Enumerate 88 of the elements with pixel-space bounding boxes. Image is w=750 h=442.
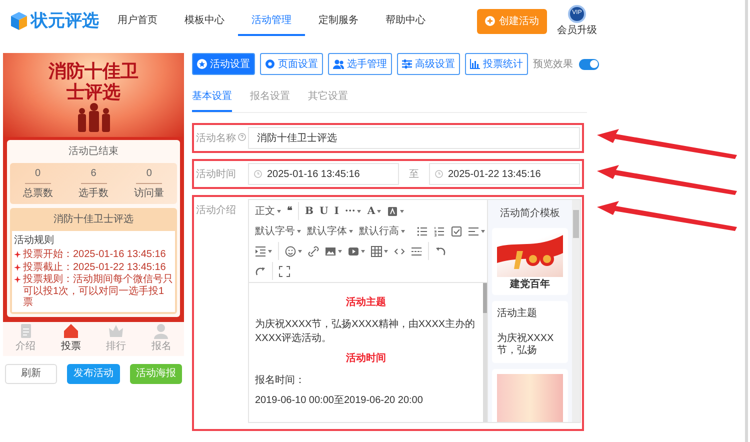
pattern-thumbnail	[497, 374, 563, 422]
bar-chart-icon	[470, 59, 480, 69]
plus-circle-icon	[485, 16, 495, 26]
code-icon	[394, 246, 405, 256]
stat-value: 6	[80, 166, 106, 184]
users-icon	[333, 59, 344, 69]
image-icon	[325, 246, 336, 256]
content-paragraph: 为庆祝XXXX节，弘扬XXXX精神，由XXXX主办的XXXX评选活动。	[255, 318, 476, 345]
toolbar-dropdown[interactable]: ···	[342, 202, 364, 220]
nav-tab[interactable]: 定制服务	[305, 6, 372, 36]
indent-icon	[255, 246, 266, 256]
checkbox-icon	[451, 226, 462, 236]
upgrade-label[interactable]: 会员升级	[557, 22, 597, 38]
content-paragraph: 2019-06-10 00:00至2019-06-20 20:00	[255, 394, 424, 407]
nav-tab[interactable]: 帮助中心	[372, 6, 439, 36]
template-card[interactable]: 建党百年	[492, 228, 568, 295]
sliders-icon	[402, 59, 412, 69]
stat-label: 总票数	[22, 186, 54, 201]
field-label: 活动名称	[196, 132, 236, 146]
toolbar-button[interactable]: I	[331, 202, 342, 220]
name-input[interactable]: 消防十佳卫士评选	[248, 127, 580, 149]
stat-label: 选手数	[78, 186, 110, 201]
clock-icon	[435, 170, 443, 178]
undo-icon	[435, 246, 446, 256]
toolbar-button[interactable]: ❝	[284, 202, 295, 220]
settings-tab[interactable]: 基本设置	[192, 86, 232, 112]
emoji-icon	[285, 246, 296, 256]
rules-title: 活动规则	[14, 234, 55, 248]
content-heading: 活动主题	[345, 295, 387, 310]
toolbar-dropdown[interactable]: 默认字号	[252, 222, 304, 240]
scrollbar[interactable]	[572, 200, 580, 422]
crown-icon	[108, 323, 124, 339]
rule-text: 投票规则：活动期间每个微信号只可以投1次，可以对同一选手投1票	[23, 274, 173, 308]
page-scrollbar[interactable]	[745, 0, 748, 442]
logo-text: 状元评选	[31, 10, 99, 32]
preview-toggle[interactable]	[579, 58, 599, 70]
bottom-nav-tab[interactable]: 投票	[48, 322, 94, 356]
toolbar-button[interactable]: B	[302, 202, 316, 220]
fullscreen-icon	[279, 266, 290, 276]
toolbar-tab[interactable]: 活动设置	[192, 53, 255, 75]
table-icon	[371, 246, 382, 256]
template-card[interactable]: 活动主题 为庆祝XXXX节，弘扬	[492, 301, 568, 363]
clock-icon	[254, 170, 262, 178]
date-input[interactable]: 2025-01-22 13:45:16	[429, 163, 580, 185]
highlight-icon	[387, 206, 398, 216]
nav-tab[interactable]: 用户首页	[104, 6, 171, 36]
help-icon	[238, 133, 246, 141]
stat-value: 0	[24, 166, 51, 184]
rule-text: 投票开始：2025-01-16 13:45:16	[23, 249, 166, 260]
toolbar-dropdown[interactable]: 正文	[252, 202, 284, 220]
toolbar-dropdown[interactable]: A	[364, 202, 384, 220]
nav-tab[interactable]: 活动管理	[238, 6, 305, 36]
toolbar-tab[interactable]: 投票统计	[465, 53, 528, 75]
nav-tab[interactable]: 模板中心	[171, 6, 238, 36]
content-paragraph: 报名时间：	[255, 374, 306, 388]
link-icon	[308, 246, 319, 256]
toolbar-dropdown[interactable]: 默认字体	[304, 222, 356, 240]
person-icon	[153, 323, 170, 339]
template-text: 为庆祝XXXX节，弘扬	[497, 333, 555, 357]
video-icon	[348, 246, 359, 256]
template-caption: 建党百年	[508, 279, 551, 290]
align-icon	[468, 226, 479, 236]
bullet-list-icon	[417, 226, 428, 236]
rule-text: 投票截止：2025-01-22 13:45:16	[23, 262, 166, 273]
range-separator: 至	[408, 168, 420, 182]
date-input[interactable]: 2025-01-16 13:45:16	[248, 163, 399, 185]
refresh-button[interactable]: 刷新	[5, 364, 58, 384]
field-label: 活动时间	[196, 168, 237, 182]
toolbar-tab[interactable]: 页面设置	[260, 53, 323, 75]
stat-value: 0	[136, 166, 162, 184]
activity-status: 活动已结束	[68, 144, 120, 159]
toolbar-button[interactable]: U	[316, 202, 332, 220]
redo-icon	[255, 266, 266, 276]
field-label: 活动介绍	[196, 204, 237, 218]
toggle-label: 预览效果	[533, 58, 573, 72]
star-circle-icon	[197, 59, 207, 69]
numbered-list-icon	[434, 226, 445, 236]
stat-label: 访问量	[133, 186, 166, 201]
poster-title: 消防十佳卫士评选	[47, 61, 140, 102]
cube-icon	[10, 11, 28, 31]
toolbar-tab[interactable]: 选手管理	[328, 53, 392, 75]
toolbar-dropdown[interactable]: 默认行高	[356, 222, 408, 240]
template-heading: 活动主题	[497, 306, 538, 321]
panel-title: 活动简介模板	[499, 206, 561, 221]
horizontal-rule-icon	[411, 246, 422, 256]
card-title: 消防十佳卫士评选	[52, 212, 134, 227]
content-heading: 活动时间	[345, 352, 387, 366]
toolbar-tab[interactable]: 高级设置	[397, 53, 460, 75]
